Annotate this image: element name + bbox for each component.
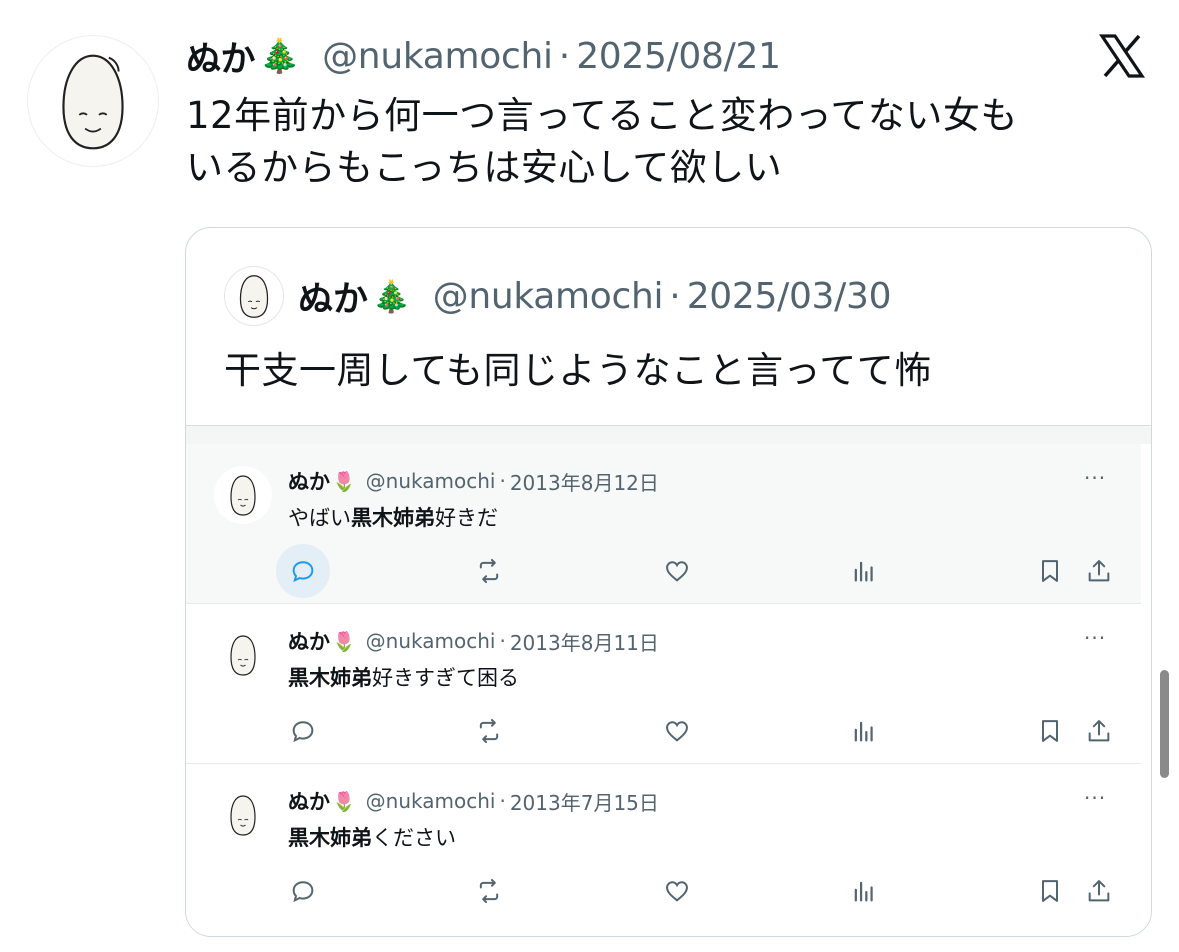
- old-tweet-name: ぬか: [288, 790, 330, 814]
- quoted-tweet-text: 干支一周しても同じようなこと言ってて怖: [224, 349, 932, 392]
- quoted-author-name: ぬか: [298, 279, 369, 320]
- author-handle[interactable]: @nukamochi: [322, 36, 553, 77]
- like-icon: [650, 544, 704, 598]
- old-tweet: ぬか 🌷 @nukamochi · 2013年8月11日 ··· 黒木姉弟好きす…: [186, 604, 1141, 764]
- x-logo-icon[interactable]: [1098, 32, 1146, 80]
- text-bold: 黒木姉弟: [288, 666, 372, 690]
- tulip-emoji: 🌷: [332, 790, 356, 813]
- tulip-emoji: 🌷: [332, 470, 356, 493]
- separator-dot: ·: [499, 469, 506, 493]
- reply-icon: [276, 864, 330, 918]
- views-icon: [837, 704, 891, 758]
- tulip-emoji: 🌷: [332, 630, 356, 653]
- text-plain: 好きだ: [435, 506, 498, 530]
- retweet-icon: [462, 704, 516, 758]
- separator-dot: ·: [499, 629, 506, 653]
- tweet-date[interactable]: 2025/08/21: [576, 36, 781, 77]
- old-tweet-text: やばい黒木姉弟好きだ: [288, 502, 498, 532]
- name-emoji: 🎄: [259, 36, 301, 75]
- rice-grain-avatar-icon: [230, 635, 256, 676]
- author-name[interactable]: ぬか: [186, 31, 256, 82]
- embedded-screenshot[interactable]: ぬか 🌷 @nukamochi · 2013年8月12日 ··· やばい黒木姉弟…: [186, 425, 1151, 936]
- old-tweet-actions: [186, 704, 1141, 752]
- tweet-text-line: 12年前から何一つ言ってること変わってない女も: [186, 94, 1018, 137]
- retweet-icon: [462, 864, 516, 918]
- old-tweet-text: 黒木姉弟好きすぎて困る: [288, 662, 519, 692]
- tweet-text: 12年前から何一つ言ってること変わってない女も いるからもこっちは安心して欲しい: [186, 90, 1126, 194]
- old-tweet: ぬか 🌷 @nukamochi · 2013年7月15日 ··· 黒木姉弟くださ…: [186, 764, 1141, 924]
- old-tweet-actions: [186, 544, 1141, 598]
- separator-dot: ·: [669, 275, 681, 317]
- bookmark-icon: [1023, 704, 1077, 758]
- old-tweet-header: ぬか 🌷 @nukamochi · 2013年7月15日: [288, 784, 659, 818]
- old-tweet: ぬか 🌷 @nukamochi · 2013年8月12日 ··· やばい黒木姉弟…: [186, 444, 1141, 604]
- separator-dot: ·: [499, 789, 506, 813]
- text-bold: 黒木姉弟: [351, 506, 435, 530]
- share-icon: [1072, 544, 1126, 598]
- bookmark-icon: [1023, 544, 1077, 598]
- quoted-tweet-card[interactable]: ぬか 🎄 @nukamochi · 2025/03/30 干支一周しても同じよう…: [185, 227, 1152, 937]
- old-tweet-avatar: [214, 786, 272, 844]
- screenshot-top-band: [186, 426, 1151, 444]
- quoted-tweet-header: ぬか 🎄 @nukamochi · 2025/03/30: [224, 266, 892, 326]
- like-icon: [650, 704, 704, 758]
- text-plain: 好きすぎて困る: [372, 666, 519, 690]
- old-tweet-actions: [186, 864, 1141, 912]
- separator-dot: ·: [558, 35, 571, 77]
- share-icon: [1072, 704, 1126, 758]
- old-tweet-header: ぬか 🌷 @nukamochi · 2013年8月12日: [288, 464, 659, 498]
- reply-icon: [276, 704, 330, 758]
- quoted-author-handle: @nukamochi: [432, 275, 664, 317]
- retweet-icon: [462, 544, 516, 598]
- views-icon: [837, 544, 891, 598]
- more-options-icon: ···: [1084, 786, 1107, 810]
- tweet-header: ぬか 🎄 @nukamochi · 2025/08/21: [186, 28, 781, 84]
- text-plain: ください: [372, 826, 456, 850]
- scrollbar[interactable]: [1160, 670, 1169, 778]
- reply-icon: [276, 544, 330, 598]
- rice-grain-avatar-icon: [230, 795, 256, 836]
- old-tweet-avatar: [214, 466, 272, 524]
- old-tweet-date: 2013年8月11日: [509, 630, 659, 655]
- views-icon: [837, 864, 891, 918]
- quoted-tweet-date: 2025/03/30: [686, 275, 892, 317]
- old-tweet-handle: @nukamochi: [365, 469, 496, 493]
- old-tweet-avatar: [214, 626, 272, 684]
- old-tweet-handle: @nukamochi: [365, 789, 496, 813]
- rice-grain-avatar-icon: [239, 275, 269, 318]
- text-bold: 黒木姉弟: [288, 826, 372, 850]
- tweet-text-line: いるからもこっちは安心して欲しい: [186, 146, 783, 189]
- more-options-icon: ···: [1084, 466, 1107, 490]
- old-tweet-name: ぬか: [288, 630, 330, 654]
- old-tweet-handle: @nukamochi: [365, 629, 496, 653]
- old-tweet-date: 2013年7月15日: [509, 790, 659, 815]
- quoted-author-avatar: [224, 266, 284, 326]
- more-options-icon: ···: [1084, 626, 1107, 650]
- share-icon: [1072, 864, 1126, 918]
- author-avatar[interactable]: [27, 35, 159, 167]
- old-tweet-header: ぬか 🌷 @nukamochi · 2013年8月11日: [288, 624, 659, 658]
- name-emoji: 🎄: [372, 278, 411, 315]
- like-icon: [650, 864, 704, 918]
- rice-grain-avatar-icon: [230, 475, 256, 516]
- old-tweet-text: 黒木姉弟ください: [288, 822, 456, 852]
- old-tweet-name: ぬか: [288, 470, 330, 494]
- bookmark-icon: [1023, 864, 1077, 918]
- text-plain: やばい: [288, 506, 351, 530]
- old-tweet-date: 2013年8月12日: [509, 470, 659, 495]
- rice-grain-avatar-icon: [62, 54, 124, 150]
